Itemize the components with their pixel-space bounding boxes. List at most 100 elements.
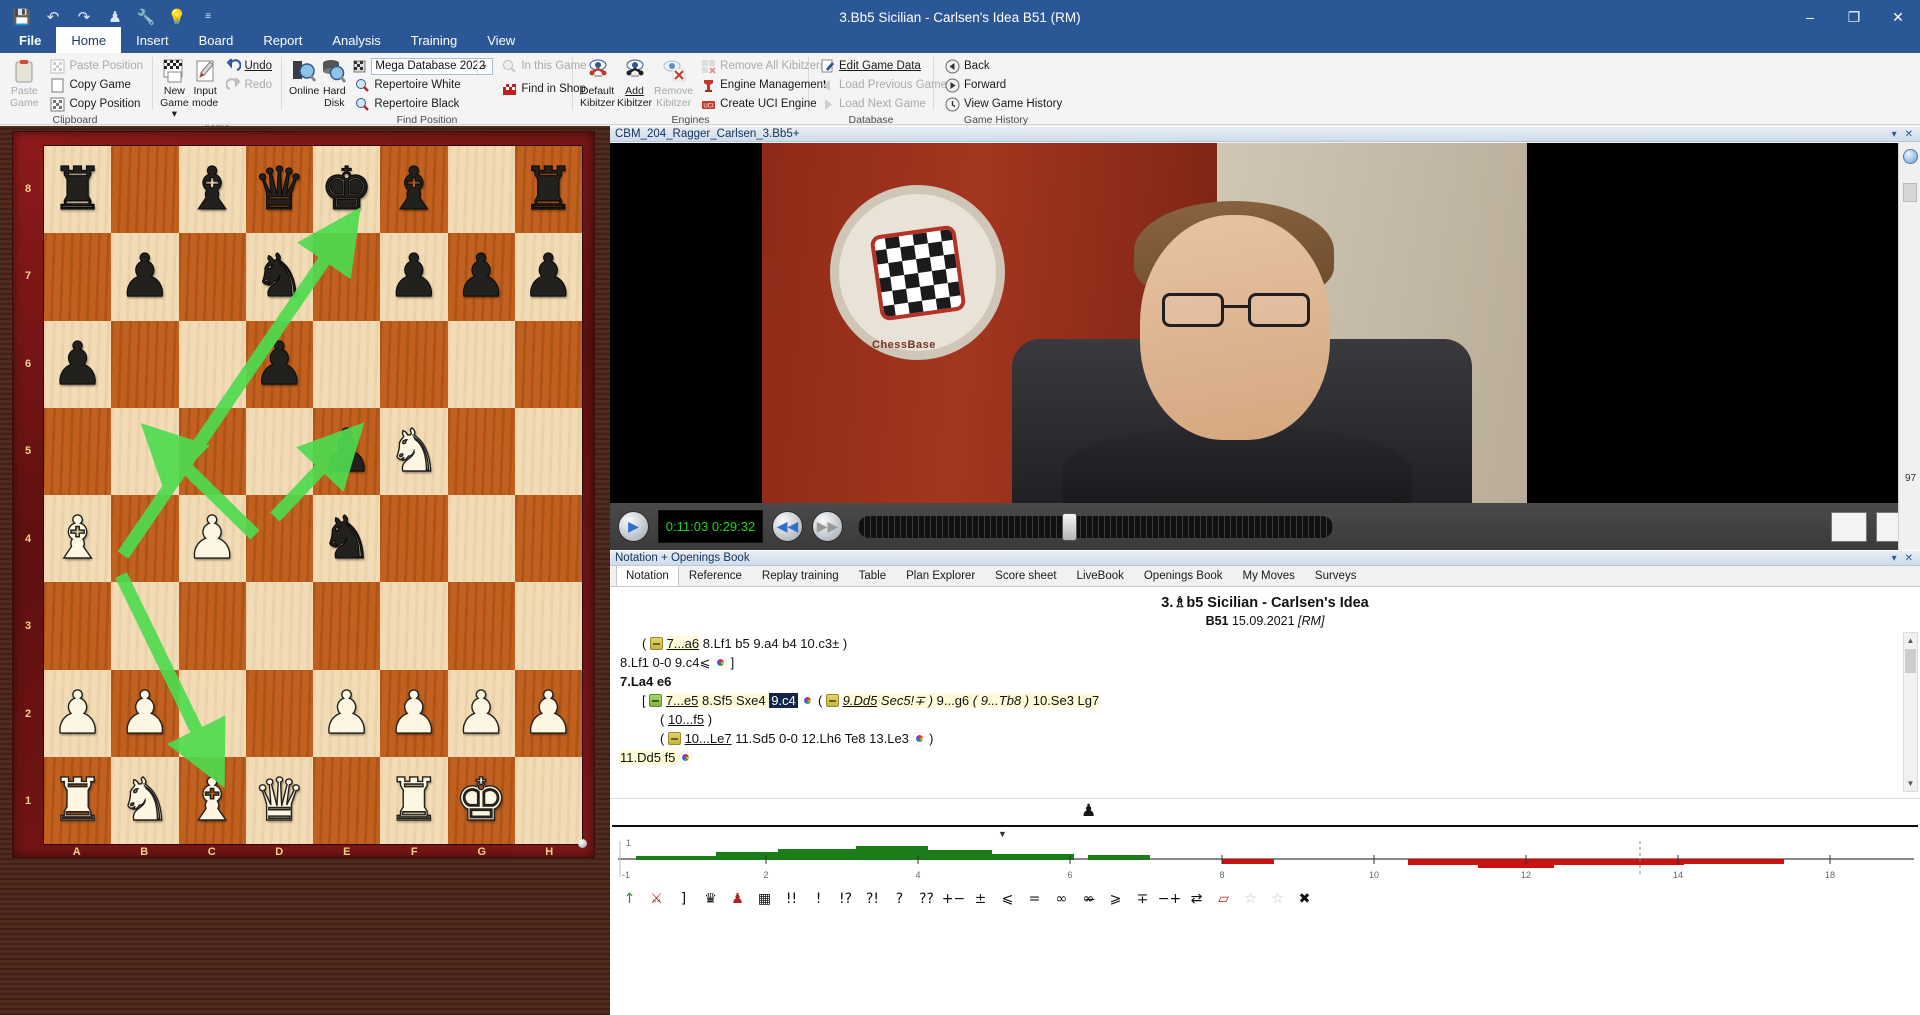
double-excellent-symbol[interactable]: !! <box>778 886 805 913</box>
tab-file[interactable]: File <box>4 27 56 53</box>
move-list[interactable]: ( 7...a6 8.Lf1 b5 9.a4 b4 10.c3± ) 8.Lf1… <box>620 634 1898 784</box>
piece-white-r-a1[interactable]: ♜ <box>51 771 104 830</box>
color-wheel-icon[interactable] <box>714 656 727 669</box>
history-forward-button[interactable]: Forward <box>942 76 1065 94</box>
move-text[interactable]: [ <box>642 693 649 708</box>
cross-swords-symbol[interactable]: ⚔ <box>643 886 670 913</box>
board-square-c7[interactable] <box>179 233 246 320</box>
red-pawn-symbol[interactable]: ♟ <box>724 886 751 913</box>
notation-tab-reference[interactable]: Reference <box>679 565 752 586</box>
notation-tab-table[interactable]: Table <box>849 565 897 586</box>
notation-tab-livebook[interactable]: LiveBook <box>1067 565 1134 586</box>
edit-game-data-button[interactable]: Edit Game Data <box>817 57 950 75</box>
piece-white-p-c4[interactable]: ♟ <box>186 509 239 568</box>
tab-analysis[interactable]: Analysis <box>317 27 395 53</box>
repertoire-black-button[interactable]: Repertoire Black <box>352 95 493 113</box>
board-square-c6[interactable] <box>179 321 246 408</box>
board-square-b1[interactable]: ♞ <box>111 757 178 844</box>
copy-game-button[interactable]: Copy Game <box>47 76 146 94</box>
board-square-d5[interactable] <box>246 408 313 495</box>
move-text[interactable]: 11.Dd5 f5 <box>620 750 679 765</box>
piece-white-b-a4[interactable]: ♝ <box>51 509 104 568</box>
input-mode-button[interactable]: Input mode <box>190 56 221 109</box>
board-square-g8[interactable] <box>448 146 515 233</box>
piece-white-p-f2[interactable]: ♟ <box>387 684 440 743</box>
database-combobox[interactable]: Mega Database 2022 ▾ <box>371 58 493 75</box>
board-square-d1[interactable]: ♛ <box>246 757 313 844</box>
color-wheel-icon[interactable] <box>913 732 926 745</box>
board-square-g2[interactable]: ♟ <box>448 670 515 757</box>
tab-view[interactable]: View <box>472 27 530 53</box>
notation-tab-plan-explorer[interactable]: Plan Explorer <box>896 565 985 586</box>
board-square-g7[interactable]: ♟ <box>448 233 515 320</box>
move-text[interactable]: ( <box>642 636 650 651</box>
new-game-button[interactable]: New Game ▾ <box>159 56 190 121</box>
board-square-g5[interactable] <box>448 408 515 495</box>
board-square-b6[interactable] <box>111 321 178 408</box>
default-kibitzer-button[interactable]: Default Kibitzer <box>579 56 616 109</box>
wrench-icon[interactable]: 🔧 <box>135 6 157 28</box>
piece-white-p-b2[interactable]: ♟ <box>118 684 171 743</box>
tab-report[interactable]: Report <box>248 27 317 53</box>
bracket-symbol[interactable]: ] <box>670 886 697 913</box>
panel-minimize-icon[interactable]: ▾ <box>1892 129 1897 140</box>
save-icon[interactable]: 💾 <box>11 6 33 28</box>
board-square-a8[interactable]: ♜ <box>44 146 111 233</box>
piece-black-p-b7[interactable]: ♟ <box>118 247 171 306</box>
board-square-d3[interactable] <box>246 582 313 669</box>
board-square-d2[interactable] <box>246 670 313 757</box>
star-plus-symbol[interactable]: ☆ <box>1264 886 1291 913</box>
notation-line[interactable]: ( 10...f5 ) <box>620 710 1898 729</box>
piece-black-p-e5[interactable]: ♟ <box>320 422 373 481</box>
piece-black-p-a6[interactable]: ♟ <box>51 335 104 394</box>
board-square-a2[interactable]: ♟ <box>44 670 111 757</box>
tab-insert[interactable]: Insert <box>121 27 184 53</box>
board-square-g1[interactable]: ♚ <box>448 757 515 844</box>
engine-management-button[interactable]: Engine Management <box>698 76 829 94</box>
move-text[interactable]: ( <box>814 693 826 708</box>
add-kibitzer-button[interactable]: Add Kibitzer <box>616 56 653 109</box>
evaluation-graph[interactable]: ♟ ▼ <box>610 798 1920 883</box>
notation-scroll-thumb[interactable] <box>1905 649 1916 673</box>
board-square-f6[interactable] <box>380 321 447 408</box>
black-piece-symbol[interactable]: ♛ <box>697 886 724 913</box>
fast-forward-button[interactable]: ▶▶ <box>812 511 843 542</box>
piece-black-r-a8[interactable]: ♜ <box>51 160 104 219</box>
piece-white-n-f5[interactable]: ♞ <box>387 422 440 481</box>
board-square-h7[interactable]: ♟ <box>515 233 582 320</box>
online-search-button[interactable]: Online <box>288 56 320 98</box>
redo-button[interactable]: Redo <box>223 76 276 94</box>
move-text[interactable]: 9...g6 <box>933 693 973 708</box>
board-square-e7[interactable] <box>313 233 380 320</box>
notation-tab-notation[interactable]: Notation <box>616 565 679 586</box>
dubious-move-symbol[interactable]: ?! <box>859 886 886 913</box>
board-square-h8[interactable]: ♜ <box>515 146 582 233</box>
compensation-symbol[interactable]: ∞̶ <box>1075 886 1102 913</box>
customize-chevron-icon[interactable]: ≡ <box>197 6 219 28</box>
board-square-c5[interactable] <box>179 408 246 495</box>
board-square-c1[interactable]: ♝ <box>179 757 246 844</box>
board-square-g4[interactable] <box>448 495 515 582</box>
board-square-e6[interactable] <box>313 321 380 408</box>
board-square-a6[interactable]: ♟ <box>44 321 111 408</box>
board-square-g3[interactable] <box>448 582 515 669</box>
repertoire-white-button[interactable]: Repertoire White <box>352 76 493 94</box>
paste-position-button[interactable]: Paste Position <box>47 57 146 75</box>
piece-black-n-d7[interactable]: ♞ <box>253 247 306 306</box>
medal-icon[interactable] <box>668 732 681 745</box>
white-winning-symbol[interactable]: +− <box>940 886 967 913</box>
board-square-c8[interactable]: ♝ <box>179 146 246 233</box>
move-text[interactable]: ) <box>926 731 934 746</box>
board-square-f2[interactable]: ♟ <box>380 670 447 757</box>
board-square-h4[interactable] <box>515 495 582 582</box>
tab-training[interactable]: Training <box>396 27 472 53</box>
board-square-c3[interactable] <box>179 582 246 669</box>
good-move-symbol[interactable]: ! <box>805 886 832 913</box>
move-text[interactable]: 9.Dd5 <box>843 693 878 708</box>
board-square-d8[interactable]: ♛ <box>246 146 313 233</box>
scroll-down-icon[interactable]: ▼ <box>1904 776 1917 791</box>
board-square-e3[interactable] <box>313 582 380 669</box>
tab-board[interactable]: Board <box>184 27 249 53</box>
piece-black-p-h7[interactable]: ♟ <box>522 247 575 306</box>
video-aux-button-1[interactable] <box>1831 512 1867 542</box>
